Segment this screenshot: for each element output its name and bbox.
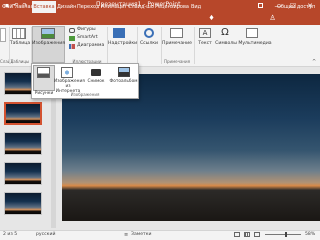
sorter-view-icon[interactable] bbox=[244, 232, 250, 237]
images-button-label: Изображения bbox=[32, 41, 65, 46]
links-button[interactable]: Ссылки bbox=[138, 41, 160, 46]
comments-group-label: Примечания bbox=[163, 59, 191, 64]
reading-view-icon[interactable] bbox=[254, 232, 260, 237]
lightbulb-icon[interactable]: ♦ bbox=[207, 13, 216, 23]
chart-icon bbox=[69, 44, 75, 49]
collapse-ribbon-icon[interactable]: ^ bbox=[312, 59, 316, 65]
tab-view[interactable]: Вид bbox=[191, 1, 203, 13]
share-button[interactable]: Общий доступ bbox=[277, 1, 319, 13]
images-group-label: Изображения bbox=[70, 92, 100, 97]
slides-group-label: Слайд bbox=[0, 59, 14, 64]
tab-insert[interactable]: Вставка bbox=[32, 1, 56, 13]
chart-button[interactable]: Диаграмма bbox=[77, 43, 104, 49]
zoom-slider-thumb[interactable] bbox=[285, 232, 287, 237]
comment-icon bbox=[170, 28, 183, 38]
tab-review[interactable]: Рецензирование bbox=[155, 1, 189, 13]
ribbon-display-icon[interactable] bbox=[258, 3, 263, 8]
tab-slideshow[interactable]: Слайд-шоу bbox=[128, 1, 154, 13]
table-icon[interactable] bbox=[12, 28, 26, 39]
tab-file[interactable]: Файл bbox=[2, 1, 12, 13]
slide-thumbnail[interactable] bbox=[4, 132, 42, 155]
slide-thumbnail[interactable] bbox=[4, 192, 42, 215]
textbox-icon: A bbox=[199, 28, 211, 38]
picture-icon bbox=[41, 28, 55, 39]
pictures-label-wrap: Рисунки bbox=[33, 79, 55, 103]
text-button[interactable]: Текст bbox=[195, 41, 215, 46]
smartart-button[interactable]: SmartArt bbox=[77, 35, 98, 41]
zoom-slider[interactable] bbox=[265, 234, 301, 235]
share-icon[interactable]: ♙ bbox=[268, 13, 277, 23]
camera-icon bbox=[91, 69, 101, 76]
notes-button[interactable]: Заметки bbox=[131, 232, 152, 237]
normal-view-icon[interactable] bbox=[234, 232, 240, 237]
speaker-icon bbox=[246, 28, 258, 38]
photo-album-icon bbox=[118, 67, 130, 77]
media-button[interactable]: Мультимедиа bbox=[238, 41, 272, 46]
pictures-icon bbox=[37, 67, 50, 78]
slide-thumbnail-selected[interactable] bbox=[4, 102, 42, 125]
language-indicator[interactable]: русский bbox=[36, 232, 55, 237]
slide-counter: 2 из 5 bbox=[3, 232, 18, 237]
table-button[interactable]: Таблица bbox=[9, 41, 31, 46]
photo-album-button[interactable]: Фотоальбом bbox=[108, 79, 139, 84]
zoom-level[interactable]: 58% bbox=[305, 232, 315, 237]
pictures-label: Рисунки bbox=[34, 91, 54, 96]
shapes-button[interactable]: Фигуры bbox=[77, 27, 96, 33]
smartart-icon bbox=[69, 36, 75, 41]
omega-icon: Ω bbox=[221, 27, 229, 38]
tables-group-label: Таблицы bbox=[10, 59, 30, 64]
screenshot-button[interactable]: Снимок bbox=[84, 79, 108, 84]
online-pictures-icon bbox=[61, 67, 73, 78]
tab-home[interactable]: Главная bbox=[12, 1, 32, 13]
link-icon bbox=[144, 28, 154, 38]
addins-icon bbox=[113, 28, 125, 38]
symbols-button[interactable]: Символы bbox=[214, 41, 238, 46]
tab-design[interactable]: Дизайн bbox=[57, 1, 76, 13]
tab-animations[interactable]: Анимация bbox=[101, 1, 126, 13]
notes-icon: ≡ bbox=[124, 232, 129, 238]
shapes-icon bbox=[69, 28, 75, 33]
addins-button[interactable]: Надстройки bbox=[108, 41, 137, 46]
comment-button[interactable]: Примечание bbox=[162, 41, 192, 46]
new-slide-icon[interactable] bbox=[0, 28, 6, 42]
slide-thumbnail[interactable] bbox=[4, 162, 42, 185]
tab-transitions[interactable]: Переходы bbox=[77, 1, 99, 13]
